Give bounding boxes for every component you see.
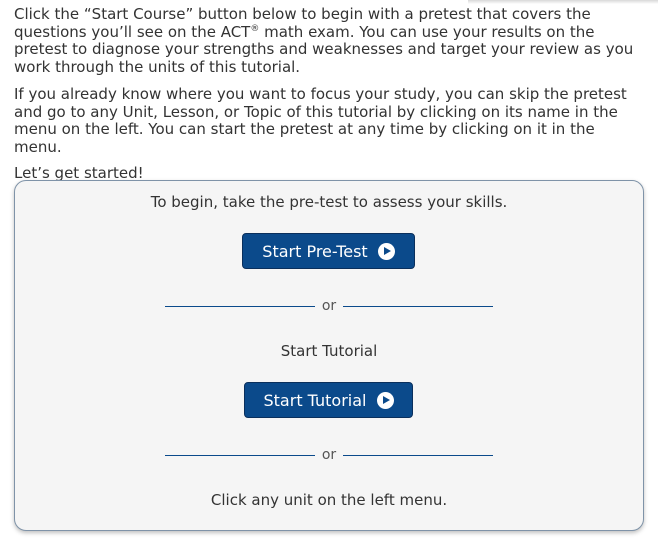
intro-paragraph-2: If you already know where you want to fo… xyxy=(14,85,627,156)
intro-paragraph-1: Click the “Start Course” button below to… xyxy=(14,5,646,76)
start-tutorial-button[interactable]: Start Tutorial xyxy=(244,382,413,418)
top-edge-shadow xyxy=(468,0,658,4)
start-tutorial-label: Start Tutorial xyxy=(263,390,367,410)
start-pretest-button[interactable]: Start Pre-Test xyxy=(242,233,415,269)
play-circle-icon xyxy=(376,391,394,409)
or-label-1: or xyxy=(321,298,337,314)
registered-mark: ® xyxy=(250,23,260,34)
pretest-prompt: To begin, take the pre-test to assess yo… xyxy=(150,193,508,211)
or-label-2: or xyxy=(321,447,337,463)
start-pretest-label: Start Pre-Test xyxy=(262,241,368,261)
start-options-panel: To begin, take the pre-test to assess yo… xyxy=(14,180,644,531)
play-circle-icon xyxy=(377,242,395,260)
or-divider-2: or xyxy=(165,446,493,464)
intro-text: Click the “Start Course” button below to… xyxy=(14,5,646,192)
menu-hint: Click any unit on the left menu. xyxy=(210,491,448,509)
tutorial-heading: Start Tutorial xyxy=(280,342,378,360)
or-divider-1: or xyxy=(165,297,493,315)
